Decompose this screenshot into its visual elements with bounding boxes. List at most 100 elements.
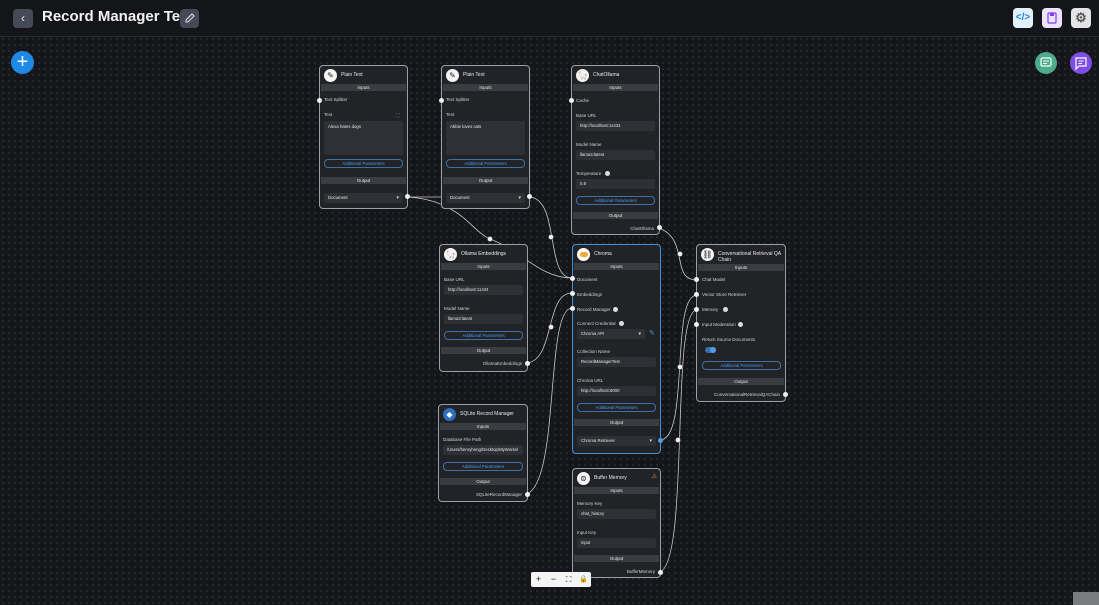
node-sqlite-record-manager[interactable]: ◆ SQLite Record Manager Inputs Database …: [438, 404, 528, 502]
node-header: ⊜ Buffer Memory: [577, 472, 656, 486]
input-handle[interactable]: [694, 322, 699, 327]
return-source-documents-toggle[interactable]: [705, 347, 716, 353]
node-header: ✎ Plain Text: [324, 69, 403, 83]
node-header: ✎ Plain Text: [446, 69, 525, 83]
additional-parameters-button[interactable]: Additional Parameters: [577, 403, 656, 412]
output-handle[interactable]: [405, 194, 410, 199]
expand-icon[interactable]: ⛶: [396, 113, 400, 119]
output-label: BufferMemory: [626, 569, 655, 574]
node-plain-text-1[interactable]: ✎ Plain Text Inputs Text Splitter Text ⛶…: [319, 65, 408, 209]
node-title: Plain Text: [463, 72, 485, 78]
text-splitter-label: Text Splitter: [446, 97, 470, 102]
node-title: Ollama Embeddings: [461, 251, 507, 257]
record-manager-label: Record Manager: [577, 307, 611, 312]
wire-handle: [677, 251, 683, 257]
inputs-bar: Inputs: [321, 84, 406, 91]
node-chat-ollama[interactable]: 🦙 ChatOllama Inputs Cache Base URL http:…: [571, 65, 660, 235]
input-handle[interactable]: [694, 307, 699, 312]
input-handle[interactable]: [439, 98, 444, 103]
node-buffer-memory[interactable]: ⊜ Buffer Memory ⚠ Inputs Memory Key chat…: [572, 468, 661, 578]
inputs-bar: Inputs: [573, 84, 658, 91]
info-icon: [723, 307, 728, 312]
base-url-input[interactable]: http://localhost:11434: [576, 121, 655, 131]
minimap[interactable]: [1073, 592, 1099, 605]
additional-parameters-button[interactable]: Additional Parameters: [576, 196, 655, 205]
temperature-input[interactable]: 0.8: [576, 179, 655, 189]
input-handle[interactable]: [694, 292, 699, 297]
input-handle[interactable]: [570, 276, 575, 281]
wire-handle: [487, 236, 493, 242]
model-name-input[interactable]: llama3:latest: [444, 314, 523, 324]
wire-handle: [548, 324, 554, 330]
sqlite-icon: ◆: [443, 408, 456, 421]
text-input[interactable]: Alexa hates dogs: [324, 121, 403, 155]
text-icon: ✎: [324, 69, 337, 82]
output-select[interactable]: Chroma Retriever: [577, 436, 656, 446]
zoom-in-button[interactable]: +: [532, 573, 545, 586]
input-handle[interactable]: [317, 98, 322, 103]
input-handle[interactable]: [570, 306, 575, 311]
node-plain-text-2[interactable]: ✎ Plain Text Inputs Text Splitter Text A…: [441, 65, 530, 209]
inputs-bar: Inputs: [443, 84, 528, 91]
credential-select[interactable]: Chroma API: [577, 329, 645, 339]
input-key-input[interactable]: input: [577, 538, 656, 548]
node-header: Chroma: [577, 248, 656, 262]
wire-handle: [675, 437, 681, 443]
additional-parameters-button[interactable]: Additional Parameters: [702, 361, 781, 370]
additional-parameters-button[interactable]: Additional Parameters: [324, 159, 403, 168]
info-icon: [613, 307, 618, 312]
model-name-input[interactable]: llama3:latest: [576, 150, 655, 160]
node-chroma[interactable]: Chroma Inputs Document Embeddings Record…: [572, 244, 661, 454]
vector-store-retriever-label: Vector Store Retriever: [702, 292, 747, 297]
edit-credential-icon[interactable]: ✎: [649, 329, 655, 337]
output-label: ConversationalRetrievalQAChain: [713, 392, 780, 397]
memory-key-label: Memory Key: [577, 501, 603, 506]
base-url-label: Base URL: [576, 113, 597, 118]
text-input[interactable]: Abbie loves cats: [446, 121, 525, 155]
output-select[interactable]: Document: [446, 193, 525, 203]
inputs-bar: Inputs: [698, 264, 784, 271]
input-handle[interactable]: [694, 277, 699, 282]
lock-button[interactable]: 🔒: [577, 573, 590, 586]
output-handle[interactable]: [658, 570, 663, 575]
chroma-url-input[interactable]: http://localhost:8000: [577, 386, 656, 396]
output-handle[interactable]: [658, 438, 663, 443]
additional-parameters-button[interactable]: Additional Parameters: [443, 462, 523, 471]
input-handle[interactable]: [570, 291, 575, 296]
output-bar: Output: [698, 378, 784, 385]
temperature-label: Temperature: [576, 171, 602, 176]
chat-model-label: Chat Model: [702, 277, 726, 282]
additional-parameters-button[interactable]: Additional Parameters: [446, 159, 525, 168]
zoom-out-button[interactable]: −: [547, 573, 560, 586]
output-handle[interactable]: [525, 361, 530, 366]
input-handle[interactable]: [569, 98, 574, 103]
output-bar: Output: [573, 212, 658, 219]
node-ollama-embeddings[interactable]: 🦙 Ollama Embeddings Inputs Base URL http…: [439, 244, 528, 372]
output-bar: Output: [574, 555, 659, 562]
warning-icon: ⚠: [651, 474, 657, 480]
inputs-bar: Inputs: [440, 423, 526, 430]
node-title: ChatOllama: [593, 72, 620, 78]
fit-view-button[interactable]: ⛶: [562, 573, 575, 586]
output-bar: Output: [440, 478, 526, 485]
additional-parameters-button[interactable]: Additional Parameters: [444, 331, 523, 340]
database-file-path-input[interactable]: /Users/henryheng/Desktop/MyWorks/: [443, 445, 523, 455]
node-conversational-retrieval-qa-chain[interactable]: ⛓ Conversational Retrieval QA Chain Inpu…: [696, 244, 786, 402]
base-url-input[interactable]: http://localhost:11434: [444, 285, 523, 295]
cache-label: Cache: [576, 98, 590, 103]
wire-handle: [548, 234, 554, 240]
output-handle[interactable]: [783, 392, 788, 397]
collection-name-label: Collection Name: [577, 349, 611, 354]
output-handle[interactable]: [525, 492, 530, 497]
output-handle[interactable]: [657, 225, 662, 230]
canvas-controls: + − ⛶ 🔒: [531, 572, 591, 587]
info-icon: [605, 171, 610, 176]
collection-name-input[interactable]: RecordManagerTest: [577, 357, 656, 367]
base-url-label: Base URL: [444, 277, 465, 282]
memory-key-input[interactable]: chat_history: [577, 509, 656, 519]
input-moderation-label: Input Moderation: [702, 322, 736, 327]
output-select[interactable]: Document: [324, 193, 403, 203]
output-handle[interactable]: [527, 194, 532, 199]
document-label: Document: [577, 277, 598, 282]
info-icon: [738, 322, 743, 327]
